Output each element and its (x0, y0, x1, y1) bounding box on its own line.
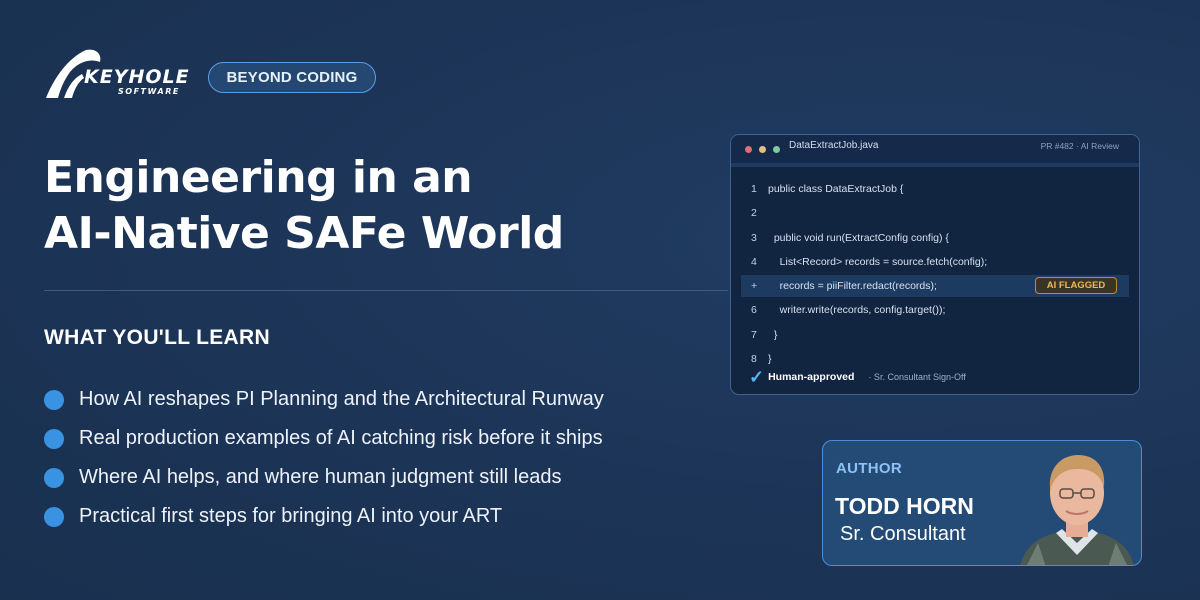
author-role: Sr. Consultant (840, 523, 966, 545)
code-window-titlebar: DataExtractJob.java PR #482 · AI Review (731, 135, 1139, 167)
author-card: AUTHOR TODD HORN Sr. Consultant (822, 440, 1142, 566)
line-number: 8 (751, 353, 757, 366)
minimize-dot-icon (759, 146, 766, 153)
line-number: + (751, 280, 758, 293)
code-text: records = piiFilter.redact(records); (768, 280, 937, 293)
line-number: 3 (751, 231, 757, 244)
code-text: } (768, 353, 772, 366)
code-text: List<Record> records = source.fetch(conf… (768, 255, 988, 268)
code-text: } (768, 328, 778, 341)
learn-list: How AI reshapes PI Planning and the Arch… (44, 380, 604, 536)
line-number: 1 (751, 183, 757, 195)
bullet-dot-icon (44, 506, 64, 527)
bullet-dot-icon (44, 428, 64, 449)
maximize-dot-icon (773, 146, 780, 153)
learn-item: Real production examples of AI catching … (44, 419, 604, 458)
author-photo (1020, 455, 1134, 565)
code-text: writer.write(records, config.target()); (768, 304, 946, 317)
code-filename: DataExtractJob.java (789, 140, 879, 151)
learn-item: Practical first steps for bringing AI in… (44, 497, 604, 536)
code-text: public class DataExtractJob { (768, 183, 904, 195)
approval-row: ✓ Human-approved · Sr. Consultant Sign-O… (749, 367, 966, 387)
line-number: 7 (751, 328, 757, 341)
learn-item-text: Practical first steps for bringing AI in… (79, 505, 503, 527)
page-title: Engineering in an AI-Native SAFe World (44, 150, 684, 262)
approved-label: Human-approved (768, 371, 855, 383)
learn-item-text: How AI reshapes PI Planning and the Arch… (79, 388, 604, 410)
beyond-coding-badge: BEYOND CODING (208, 62, 376, 93)
pr-label: PR #482 · AI Review (1040, 141, 1119, 151)
code-line-flagged: + records = piiFilter.redact(records); A… (731, 275, 1139, 299)
bullet-dot-icon (44, 467, 64, 488)
code-text: public void run(ExtractConfig config) { (768, 231, 949, 244)
logo-subtitle: SOFTWARE (118, 87, 180, 96)
code-line: 1 public class DataExtractJob { (731, 178, 1139, 202)
checkmark-icon: ✓ (749, 367, 765, 387)
code-lines: 1 public class DataExtractJob { 2 3 publi… (731, 178, 1139, 372)
logo-wordmark: KEYHOLE (84, 66, 190, 88)
learn-item: Where AI helps, and where human judgment… (44, 458, 604, 497)
learn-heading: WHAT YOU'LL LEARN (44, 326, 270, 349)
line-number: 4 (751, 255, 757, 268)
learn-item-text: Where AI helps, and where human judgment… (79, 466, 562, 488)
bullet-dot-icon (44, 389, 64, 410)
line-number: 2 (751, 207, 757, 220)
code-line: 6 writer.write(records, config.target())… (731, 299, 1139, 323)
author-tag: AUTHOR (836, 460, 902, 477)
code-line: 4 List<Record> records = source.fetch(co… (731, 251, 1139, 275)
line-number: 6 (751, 304, 757, 317)
title-line-1: Engineering in an (44, 152, 473, 203)
code-line: 3 public void run(ExtractConfig config) … (731, 227, 1139, 251)
learn-item: How AI reshapes PI Planning and the Arch… (44, 380, 604, 419)
ai-flagged-badge: AI FLAGGED (1035, 277, 1117, 295)
divider (44, 290, 728, 291)
author-name: TODD HORN (835, 493, 974, 519)
learn-item-text: Real production examples of AI catching … (79, 427, 603, 449)
title-line-2: AI-Native SAFe World (44, 208, 564, 259)
code-line: 7 } (731, 324, 1139, 348)
close-dot-icon (745, 146, 752, 153)
code-line: 2 (731, 202, 1139, 226)
code-review-window: DataExtractJob.java PR #482 · AI Review … (730, 134, 1140, 395)
signoff-label: · Sr. Consultant Sign-Off (868, 372, 966, 382)
keyhole-logo[interactable]: KEYHOLE SOFTWARE (44, 48, 196, 100)
